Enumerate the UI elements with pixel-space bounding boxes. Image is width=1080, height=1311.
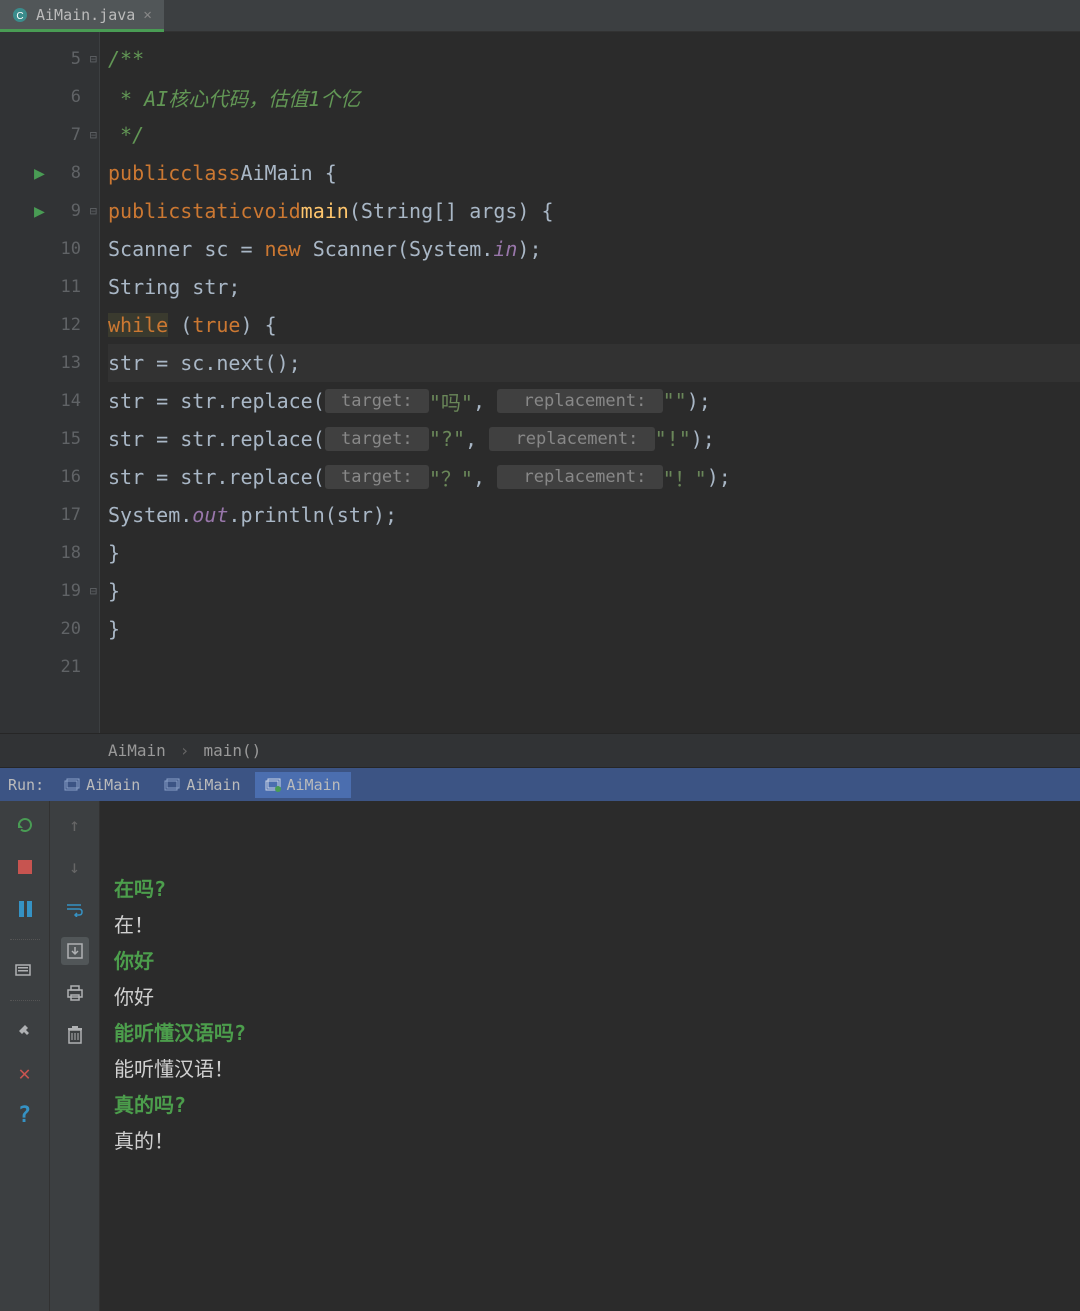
editor-tab-bar: C AiMain.java ✕ xyxy=(0,0,1080,32)
editor-area: 5⊟ 6 7⊟ ▶8 ▶9⊟ 10 11 12 13 14 15 16 17 1… xyxy=(0,32,1080,733)
breadcrumb-method[interactable]: main() xyxy=(203,741,261,760)
run-gutter-icon[interactable]: ▶ xyxy=(34,163,45,184)
editor-tab-label: AiMain.java xyxy=(36,6,135,24)
console-toolbar-right: ↑ ↓ xyxy=(50,801,100,1311)
dump-threads-icon[interactable] xyxy=(11,956,39,984)
svg-text:C: C xyxy=(16,11,23,22)
console-output-line: 能听懂汉语！ xyxy=(114,1051,1066,1087)
print-icon[interactable] xyxy=(61,979,89,1007)
run-config-icon xyxy=(64,777,80,793)
console-output-line: 在！ xyxy=(114,907,1066,943)
console-area: ✕ ? ↑ ↓ 在吗? 在！ 你好 你好 能听懂汉语吗? 能听懂汉语！ 真的吗?… xyxy=(0,801,1080,1311)
soft-wrap-icon[interactable] xyxy=(61,895,89,923)
fold-icon[interactable]: ⊟ xyxy=(90,128,97,142)
run-config-icon xyxy=(265,777,281,793)
console-output[interactable]: 在吗? 在！ 你好 你好 能听懂汉语吗? 能听懂汉语！ 真的吗? 真的！ xyxy=(100,801,1080,1311)
close-icon[interactable]: ✕ xyxy=(143,7,151,23)
stop-icon[interactable] xyxy=(11,853,39,881)
console-output-line: 真的！ xyxy=(114,1123,1066,1159)
down-arrow-icon[interactable]: ↓ xyxy=(61,853,89,881)
run-label: Run: xyxy=(8,776,44,794)
code-area[interactable]: /** * AI核心代码，估值1个亿 */ public class AiMai… xyxy=(100,32,1080,733)
close-icon[interactable]: ✕ xyxy=(11,1059,39,1087)
class-icon: C xyxy=(12,7,28,23)
breadcrumb-class[interactable]: AiMain xyxy=(108,741,166,760)
breadcrumb: AiMain › main() xyxy=(0,733,1080,767)
gutter: 5⊟ 6 7⊟ ▶8 ▶9⊟ 10 11 12 13 14 15 16 17 1… xyxy=(0,32,100,733)
console-input-line: 真的吗? xyxy=(114,1087,1066,1123)
console-input-line: 能听懂汉语吗? xyxy=(114,1015,1066,1051)
help-icon[interactable]: ? xyxy=(11,1101,39,1129)
run-gutter-icon[interactable]: ▶ xyxy=(34,201,45,222)
pin-icon[interactable] xyxy=(11,1017,39,1045)
pause-icon[interactable] xyxy=(11,895,39,923)
console-output-line: 你好 xyxy=(114,979,1066,1015)
run-config-icon xyxy=(164,777,180,793)
console-input-line: 你好 xyxy=(114,943,1066,979)
scroll-to-end-icon[interactable] xyxy=(61,937,89,965)
chevron-right-icon: › xyxy=(180,741,190,760)
run-tab-active[interactable]: AiMain xyxy=(255,772,351,798)
editor-tab[interactable]: C AiMain.java ✕ xyxy=(0,0,164,32)
run-tab[interactable]: AiMain xyxy=(54,772,150,798)
run-tab[interactable]: AiMain xyxy=(154,772,250,798)
console-toolbar-left: ✕ ? xyxy=(0,801,50,1311)
fold-icon[interactable]: ⊟ xyxy=(90,584,97,598)
fold-icon[interactable]: ⊟ xyxy=(90,204,97,218)
up-arrow-icon[interactable]: ↑ xyxy=(61,811,89,839)
fold-icon[interactable]: ⊟ xyxy=(90,52,97,66)
console-input-line: 在吗? xyxy=(114,871,1066,907)
rerun-icon[interactable] xyxy=(11,811,39,839)
trash-icon[interactable] xyxy=(61,1021,89,1049)
run-tab-bar: Run: AiMain AiMain AiMain xyxy=(0,767,1080,801)
